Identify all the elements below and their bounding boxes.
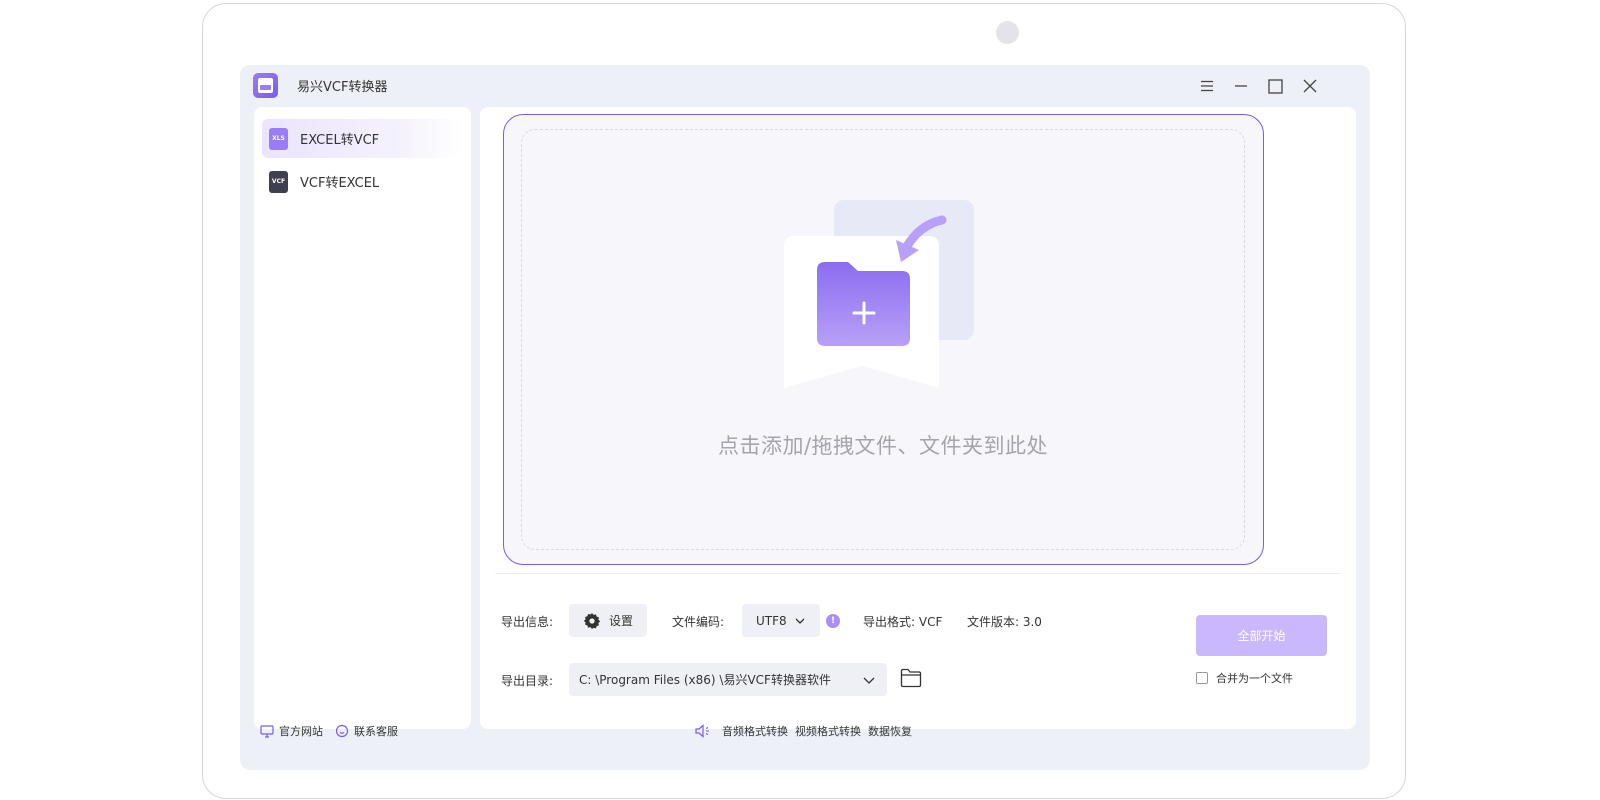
file-version: 文件版本: 3.0 [967,615,1042,629]
export-dir-select[interactable]: C: \Program Files (x86) \易兴VCF转换器软件 [569,663,887,696]
headset-icon [335,724,349,738]
maximize-icon[interactable] [1262,73,1288,99]
app-title: 易兴VCF转换器 [297,80,388,95]
camera-dot [996,21,1019,44]
gear-icon [583,612,601,629]
export-format: 导出格式: VCF [863,615,943,629]
data-recovery-link[interactable]: 数据恢复 [868,723,912,739]
contact-support-label: 联系客服 [354,725,398,738]
menu-icon[interactable] [1194,73,1220,99]
vcf-file-icon: VCF [269,170,288,193]
folder-open-icon[interactable] [900,668,922,688]
monitor-icon [260,724,274,738]
video-convert-link[interactable]: 视频格式转换 [795,723,861,739]
official-website-label: 官方网站 [279,725,323,738]
chevron-down-icon [863,677,875,684]
app-logo [253,73,278,98]
encoding-label: 文件编码: [672,615,725,629]
sidebar: XLS EXCEL转VCF VCF VCF转EXCEL [254,107,471,729]
sidebar-item-label: VCF转EXCEL [300,176,380,191]
divider [495,573,1341,574]
encoding-select[interactable]: UTF8 [742,604,820,637]
merge-checkbox[interactable] [1196,672,1208,684]
merge-label: 合并为一个文件 [1216,672,1293,685]
merge-option[interactable]: 合并为一个文件 [1196,670,1293,686]
encoding-value: UTF8 [756,613,787,628]
sidebar-item-vcf-to-excel[interactable]: VCF VCF转EXCEL [262,162,463,201]
video-convert-label: 视频格式转换 [795,725,861,738]
contact-support-link[interactable]: 联系客服 [335,723,398,739]
speaker-icon [695,724,709,738]
drop-zone-inner: 点击添加/拖拽文件、文件夹到此处 [521,129,1245,550]
sidebar-item-label: EXCEL转VCF [300,133,380,148]
data-recovery-label: 数据恢复 [868,725,912,738]
app-window: 易兴VCF转换器 XLS EXCEL转VCF VCF VCF转EXCEL 点击添… [240,65,1370,770]
export-dir-label: 导出目录: [501,674,554,688]
official-website-link[interactable]: 官方网站 [260,723,323,739]
file-drop-zone[interactable]: 点击添加/拖拽文件、文件夹到此处 [503,114,1264,565]
chevron-down-icon [795,618,805,624]
settings-label: 设置 [609,614,634,628]
settings-button[interactable]: 设置 [569,604,647,637]
add-folder-icon [784,200,974,388]
export-dir-value: C: \Program Files (x86) \易兴VCF转换器软件 [579,673,831,687]
start-all-button[interactable]: 全部开始 [1196,615,1327,656]
close-icon[interactable] [1297,73,1323,99]
title-bar: 易兴VCF转换器 [240,65,1370,105]
main-panel: 点击添加/拖拽文件、文件夹到此处 导出信息: 设置 文件编码: UTF8 ! 导… [480,107,1356,729]
drop-zone-hint: 点击添加/拖拽文件、文件夹到此处 [717,434,1049,458]
sidebar-item-excel-to-vcf[interactable]: XLS EXCEL转VCF [262,119,463,158]
info-icon[interactable]: ! [826,614,840,628]
minimize-icon[interactable] [1228,73,1254,99]
export-info-label: 导出信息: [501,615,554,629]
xls-file-icon: XLS [269,127,288,150]
audio-convert-link[interactable]: 音频格式转换 [695,723,788,739]
audio-convert-label: 音频格式转换 [722,725,788,738]
